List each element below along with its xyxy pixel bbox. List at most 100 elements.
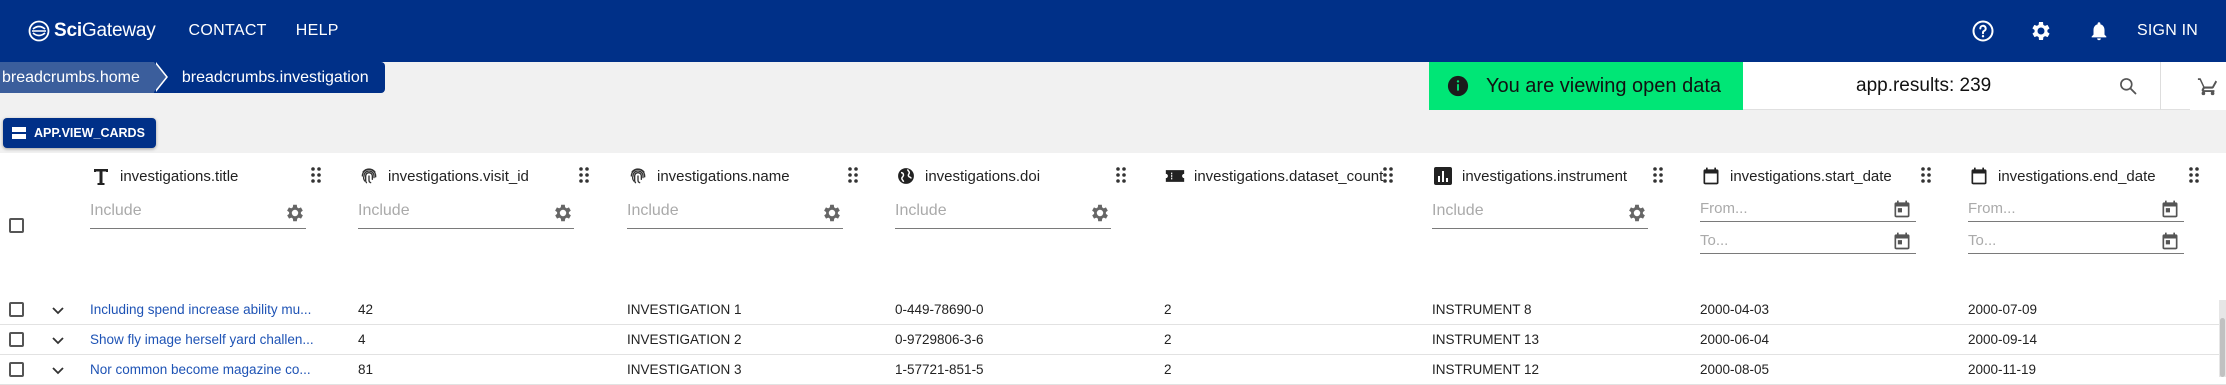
view-cards-icon xyxy=(12,127,26,139)
chevron-down-icon[interactable] xyxy=(50,362,66,378)
column-header-start-date[interactable]: investigations.start_date xyxy=(1700,163,1892,189)
notifications-bell-icon[interactable] xyxy=(2077,9,2121,53)
calendar-icon xyxy=(1700,165,1722,187)
calendar-icon xyxy=(1968,165,1990,187)
drag-handle-icon[interactable] xyxy=(310,164,322,186)
filter-settings-gear-icon[interactable] xyxy=(1089,202,1111,224)
title-filter-input[interactable]: Include xyxy=(90,196,306,229)
fingerprint-icon xyxy=(358,165,380,187)
table-row[interactable]: Nor common become magazine co... 81 INVE… xyxy=(0,355,2226,385)
drag-handle-icon[interactable] xyxy=(847,164,859,186)
drag-handle-icon[interactable] xyxy=(1920,164,1932,186)
chevron-down-icon[interactable] xyxy=(50,302,66,318)
column-visit-id: investigations.visit_id Include xyxy=(358,153,598,298)
column-end-date: investigations.end_date From... To... xyxy=(1968,153,2208,298)
view-cards-button[interactable]: APP.VIEW_CARDS xyxy=(3,118,156,148)
investigation-title-link[interactable]: Including spend increase ability mu... xyxy=(90,295,326,325)
column-instrument: investigations.instrument Include xyxy=(1432,153,1672,298)
column-header-title[interactable]: investigations.title xyxy=(90,163,238,189)
column-header-visit-id[interactable]: investigations.visit_id xyxy=(358,163,529,189)
table-row[interactable]: Including spend increase ability mu... 4… xyxy=(0,295,2226,325)
table-scrollbar[interactable] xyxy=(2219,300,2226,377)
column-dataset-count: investigations.dataset_count xyxy=(1164,153,1404,298)
cart-icon[interactable] xyxy=(2190,62,2226,110)
column-start-date: investigations.start_date From... To... xyxy=(1700,153,1940,298)
bar-chart-icon xyxy=(1432,165,1454,187)
row-select-checkbox[interactable] xyxy=(9,332,24,347)
filter-settings-gear-icon[interactable] xyxy=(821,202,843,224)
visit-id-filter-input[interactable]: Include xyxy=(358,196,574,229)
drag-handle-icon[interactable] xyxy=(2188,164,2200,186)
date-picker-calendar-icon[interactable] xyxy=(2160,231,2180,251)
name-cell: INVESTIGATION 3 xyxy=(627,362,742,377)
date-picker-calendar-icon[interactable] xyxy=(2160,199,2180,219)
date-picker-calendar-icon[interactable] xyxy=(1892,231,1912,251)
drag-handle-icon[interactable] xyxy=(1652,164,1664,186)
drag-handle-icon[interactable] xyxy=(1382,164,1394,186)
date-picker-calendar-icon[interactable] xyxy=(1892,199,1912,219)
scigateway-logo[interactable]: SciGateway xyxy=(28,0,156,62)
column-header-dataset-count[interactable]: investigations.dataset_count xyxy=(1164,163,1383,189)
dataset-count-cell: 2 xyxy=(1164,332,1172,347)
name-filter-input[interactable]: Include xyxy=(627,196,843,229)
start-date-cell: 2000-04-03 xyxy=(1700,302,1770,317)
column-header-doi[interactable]: investigations.doi xyxy=(895,163,1040,189)
filter-settings-gear-icon[interactable] xyxy=(552,202,574,224)
doi-cell: 0-449-78690-0 xyxy=(895,302,984,317)
breadcrumb: breadcrumbs.home breadcrumbs.investigati… xyxy=(0,62,385,93)
globe-icon xyxy=(895,165,917,187)
settings-gear-icon[interactable] xyxy=(2019,9,2063,53)
start-date-cell: 2000-08-05 xyxy=(1700,362,1770,377)
app-bar: SciGateway CONTACT HELP SIGN IN xyxy=(0,0,2226,62)
end-date-cell: 2000-09-14 xyxy=(1968,332,2038,347)
breadcrumb-separator xyxy=(153,62,168,93)
name-cell: INVESTIGATION 2 xyxy=(627,332,742,347)
instrument-cell: INSTRUMENT 13 xyxy=(1432,332,1540,347)
filter-settings-gear-icon[interactable] xyxy=(284,202,306,224)
drag-handle-icon[interactable] xyxy=(1115,164,1127,186)
nav-contact-link[interactable]: CONTACT xyxy=(189,22,267,40)
results-bar-divider xyxy=(2160,62,2161,110)
breadcrumb-home[interactable]: breadcrumbs.home xyxy=(0,62,154,93)
end-date-from-input[interactable]: From... xyxy=(1968,195,2184,222)
investigation-title-link[interactable]: Nor common become magazine co... xyxy=(90,355,326,385)
column-header-end-date[interactable]: investigations.end_date xyxy=(1968,163,2156,189)
sign-in-button[interactable]: SIGN IN xyxy=(2137,22,2198,40)
doi-cell: 0-9729806-3-6 xyxy=(895,332,984,347)
column-header-instrument[interactable]: investigations.instrument xyxy=(1432,163,1627,189)
select-all-checkbox[interactable] xyxy=(9,218,24,233)
nav-help-link[interactable]: HELP xyxy=(296,22,339,40)
column-header-name[interactable]: investigations.name xyxy=(627,163,790,189)
end-date-cell: 2000-11-19 xyxy=(1968,362,2037,377)
ticket-icon xyxy=(1164,165,1186,187)
end-date-cell: 2000-07-09 xyxy=(1968,302,2038,317)
investigation-title-link[interactable]: Show fly image herself yard challen... xyxy=(90,325,326,355)
results-bar: app.results: 239 xyxy=(1743,62,2140,110)
start-date-cell: 2000-06-04 xyxy=(1700,332,1770,347)
chevron-down-icon[interactable] xyxy=(50,332,66,348)
open-data-text: You are viewing open data xyxy=(1486,74,1721,97)
fingerprint-icon xyxy=(627,165,649,187)
table-row[interactable]: Show fly image herself yard challen... 4… xyxy=(0,325,2226,355)
search-icon[interactable] xyxy=(2110,62,2145,110)
text-icon xyxy=(90,165,112,187)
dataset-count-cell: 2 xyxy=(1164,302,1172,317)
results-count: app.results: 239 xyxy=(1856,75,1992,96)
doi-cell: 1-57721-851-5 xyxy=(895,362,984,377)
row-select-checkbox[interactable] xyxy=(9,362,24,377)
row-select-checkbox[interactable] xyxy=(9,302,24,317)
help-icon[interactable] xyxy=(1961,9,2005,53)
visit-id-cell: 81 xyxy=(358,362,374,377)
filter-settings-gear-icon[interactable] xyxy=(1626,202,1648,224)
logo-text: SciGateway xyxy=(54,20,156,41)
info-icon xyxy=(1447,75,1469,97)
scrollbar-thumb[interactable] xyxy=(2220,318,2225,377)
doi-filter-input[interactable]: Include xyxy=(895,196,1111,229)
start-date-from-input[interactable]: From... xyxy=(1700,195,1916,222)
end-date-to-input[interactable]: To... xyxy=(1968,227,2184,254)
drag-handle-icon[interactable] xyxy=(578,164,590,186)
start-date-to-input[interactable]: To... xyxy=(1700,227,1916,254)
instrument-filter-input[interactable]: Include xyxy=(1432,196,1648,229)
name-cell: INVESTIGATION 1 xyxy=(627,302,742,317)
dataset-count-cell: 2 xyxy=(1164,362,1172,377)
